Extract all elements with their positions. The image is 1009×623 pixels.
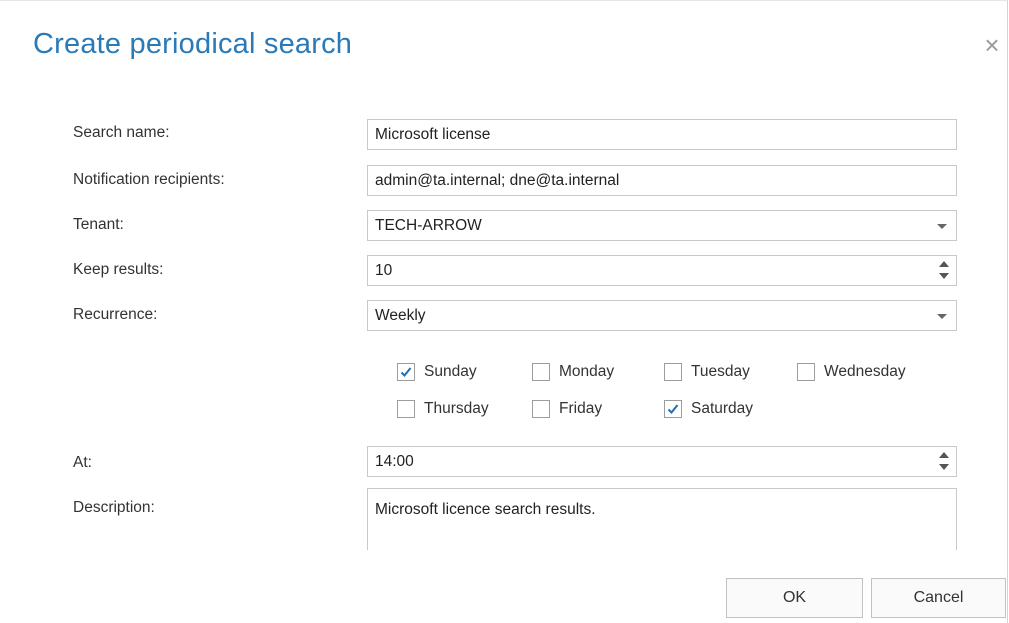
at-time-stepper[interactable]: 14:00 — [367, 446, 957, 477]
chevron-down-icon[interactable] — [937, 224, 947, 229]
checkbox-box[interactable] — [532, 363, 550, 381]
create-periodical-search-dialog: Create periodical search × Search name: … — [0, 0, 1008, 623]
keep-results-value: 10 — [375, 262, 393, 279]
spinner-arrows-icon[interactable] — [938, 260, 950, 282]
day-label: Monday — [559, 363, 615, 380]
checkmark-icon — [400, 367, 412, 377]
checkmark-icon — [667, 404, 679, 414]
notification-recipients-input[interactable]: admin@ta.internal; dne@ta.internal — [367, 165, 957, 196]
day-checkbox-tuesday[interactable]: Tuesday — [664, 361, 750, 383]
spin-up-icon[interactable] — [939, 452, 949, 458]
day-checkbox-wednesday[interactable]: Wednesday — [797, 361, 906, 383]
day-label: Wednesday — [824, 363, 906, 380]
checkbox-box[interactable] — [664, 363, 682, 381]
day-checkbox-saturday[interactable]: Saturday — [664, 398, 753, 420]
spinner-arrows-icon[interactable] — [938, 451, 950, 473]
day-checkbox-monday[interactable]: Monday — [532, 361, 614, 383]
search-name-label: Search name: — [73, 124, 170, 141]
tenant-label: Tenant: — [73, 216, 124, 233]
checkbox-box[interactable] — [397, 400, 415, 418]
dialog-title: Create periodical search — [33, 28, 353, 60]
day-checkbox-friday[interactable]: Friday — [532, 398, 602, 420]
description-textarea[interactable]: Microsoft licence search results. — [367, 488, 957, 550]
ok-button[interactable]: OK — [726, 578, 863, 618]
checkbox-box[interactable] — [532, 400, 550, 418]
tenant-value: TECH-ARROW — [375, 217, 482, 234]
chevron-down-icon[interactable] — [937, 314, 947, 319]
at-label: At: — [73, 454, 92, 471]
keep-results-stepper[interactable]: 10 — [367, 255, 957, 286]
checkbox-box[interactable] — [397, 363, 415, 381]
recurrence-value: Weekly — [375, 307, 426, 324]
recurrence-dropdown[interactable]: Weekly — [367, 300, 957, 331]
spin-down-icon[interactable] — [939, 464, 949, 470]
notification-recipients-label: Notification recipients: — [73, 171, 225, 188]
day-checkbox-sunday[interactable]: Sunday — [397, 361, 477, 383]
search-name-input[interactable]: Microsoft license — [367, 119, 957, 150]
day-checkbox-thursday[interactable]: Thursday — [397, 398, 489, 420]
close-icon[interactable]: × — [978, 31, 1006, 59]
day-label: Saturday — [691, 400, 754, 417]
spin-up-icon[interactable] — [939, 261, 949, 267]
description-label: Description: — [73, 499, 155, 516]
day-label: Sunday — [424, 363, 477, 380]
day-label: Tuesday — [691, 363, 750, 380]
cancel-button[interactable]: Cancel — [871, 578, 1006, 618]
day-label: Friday — [559, 400, 603, 417]
keep-results-label: Keep results: — [73, 261, 164, 278]
tenant-dropdown[interactable]: TECH-ARROW — [367, 210, 957, 241]
day-label: Thursday — [424, 400, 489, 417]
checkbox-box[interactable] — [797, 363, 815, 381]
spin-down-icon[interactable] — [939, 273, 949, 279]
checkbox-box[interactable] — [664, 400, 682, 418]
recurrence-label: Recurrence: — [73, 306, 158, 323]
at-time-value: 14:00 — [375, 453, 414, 470]
